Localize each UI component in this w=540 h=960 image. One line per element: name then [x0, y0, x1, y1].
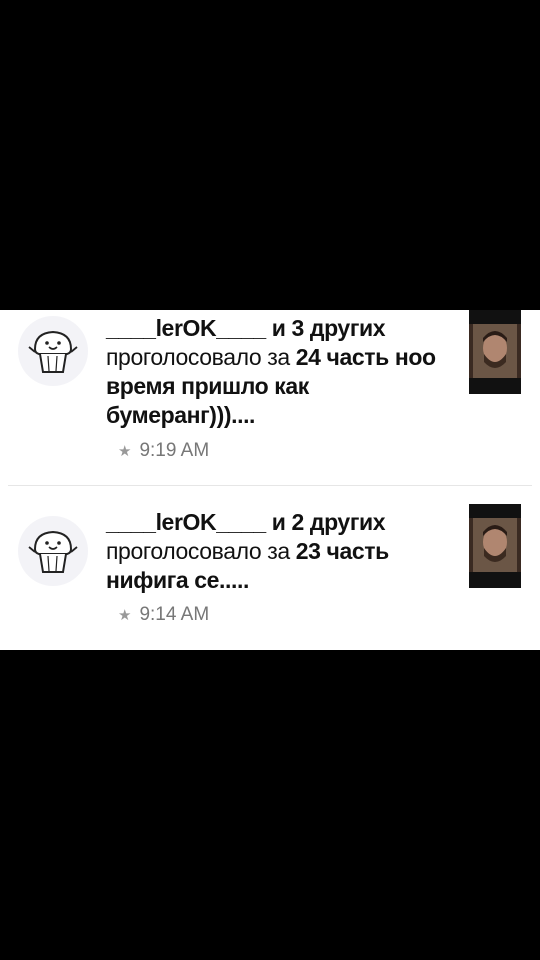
star-icon: ★ — [118, 607, 132, 624]
action-text: проголосовало за — [106, 344, 290, 370]
notification-text: ____lerOK____ и 2 других проголосовало з… — [106, 508, 451, 595]
story-cover-thumbnail[interactable] — [469, 310, 521, 394]
comment-text: нифига се..... — [106, 567, 249, 593]
action-text: проголосовало за — [106, 538, 290, 564]
part-link[interactable]: 24 часть — [296, 344, 390, 370]
others-count: и 3 других — [271, 315, 386, 341]
muffin-avatar-icon[interactable] — [18, 516, 88, 586]
muffin-avatar-icon[interactable] — [18, 316, 88, 386]
notification-item[interactable]: ____lerOK____ и 2 других проголосовало з… — [0, 486, 540, 650]
notifications-panel: ____lerOK____ и 3 других проголосовало з… — [0, 310, 540, 650]
story-cover-thumbnail[interactable] — [469, 504, 521, 588]
time-text: 9:14 AM — [139, 604, 210, 625]
part-link[interactable]: 23 часть — [296, 538, 390, 564]
notification-item[interactable]: ____lerOK____ и 3 других проголосовало з… — [0, 310, 540, 486]
others-count: и 2 других — [271, 509, 386, 535]
time-text: 9:19 AM — [139, 440, 210, 461]
star-icon: ★ — [118, 443, 132, 460]
notification-text: ____lerOK____ и 3 других проголосовало з… — [106, 314, 451, 430]
timestamp: ★ 9:19 AM — [118, 440, 209, 462]
username[interactable]: ____lerOK____ — [106, 315, 266, 341]
timestamp: ★ 9:14 AM — [118, 604, 209, 626]
username[interactable]: ____lerOK____ — [106, 509, 266, 535]
